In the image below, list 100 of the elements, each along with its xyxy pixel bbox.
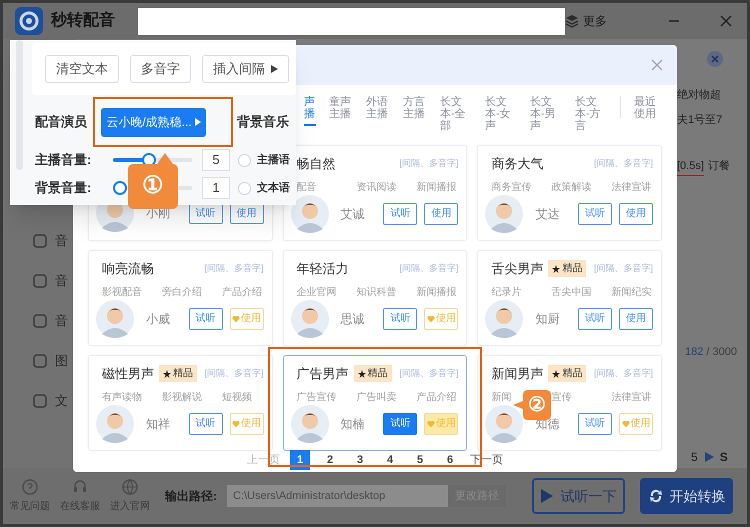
volume-input[interactable]: 5: [202, 149, 230, 171]
use-button[interactable]: 使用: [619, 412, 653, 434]
voice-tag: 法律宣讲: [611, 390, 652, 404]
previous-page-link[interactable]: 上一页: [247, 452, 280, 468]
heart-icon: [622, 420, 630, 428]
listen-button[interactable]: 试听: [383, 202, 418, 224]
use-button[interactable]: 使用: [230, 412, 264, 434]
avatar: [290, 404, 329, 442]
voice-category-tab[interactable]: 长文本-方言: [575, 96, 607, 136]
voice-card[interactable]: 商务大气 [间隔、多音字] 商务宣传 政策解读 法律宣讲 艾达 试听 使用: [477, 145, 662, 241]
voice-card[interactable]: 年轻活力 [间隔、多音字] 企业官网 知识科普 新闻播报 思诚 试听 使用: [282, 250, 468, 346]
star-icon: [552, 264, 560, 273]
voice-tag: 广告宣传: [296, 390, 337, 404]
page-number[interactable]: 3: [350, 450, 370, 470]
voice-title: 广告男声: [296, 365, 349, 383]
menu-item-icon[interactable]: [33, 274, 47, 288]
menu-item-icon[interactable]: [33, 314, 47, 328]
star-icon: [358, 370, 366, 378]
feature-note: [间隔、多音字]: [204, 367, 264, 380]
voice-tag: 法律宣讲: [611, 180, 652, 194]
voice-category-tab[interactable]: 外语主播: [366, 96, 390, 124]
voice-name: 知德: [535, 416, 560, 432]
feature-note: [间隔、多音字]: [594, 367, 653, 380]
avatar: [485, 300, 524, 338]
menu-item-label[interactable]: 音: [55, 231, 68, 251]
voice-category-tab[interactable]: 最近使用: [634, 96, 658, 124]
callout-bubble: [513, 390, 551, 420]
editor-text: 夫1号至7: [677, 112, 724, 128]
page-number[interactable]: 5: [410, 450, 430, 470]
use-button[interactable]: 使用: [619, 202, 653, 224]
menu-item-label[interactable]: 文: [55, 391, 68, 411]
use-button[interactable]: 使用: [424, 308, 458, 330]
voice-tag: 新闻播报: [416, 180, 457, 194]
editor-text: 绝对物超: [677, 88, 722, 103]
slider-thumb[interactable]: [113, 181, 127, 195]
menu-item-icon[interactable]: [33, 394, 47, 408]
voice-card[interactable]: 广告男声 精品 [间隔、多音字] 广告宣传 广告叫卖 产品介绍 知楠 试听 使用: [282, 355, 468, 451]
char-count: 182: [685, 344, 704, 360]
page-number[interactable]: 4: [380, 450, 400, 470]
voice-tag: 影视配音: [102, 284, 142, 300]
menu-item-label[interactable]: 音: [55, 311, 68, 331]
tool-button[interactable]: 清空文本: [45, 54, 119, 82]
close-icon[interactable]: [719, 14, 733, 28]
voice-card[interactable]: 舌尖男声 精品 [间隔、多音字] 纪录片 舌尖中国 新闻纪实 知厨 试听 使用: [477, 250, 662, 346]
radio-button[interactable]: [238, 154, 251, 166]
field-label: 主播音量:: [35, 151, 92, 170]
globe-icon[interactable]: [122, 478, 138, 494]
voice-tag: 纪录片: [491, 284, 522, 300]
voice-category-tab[interactable]: 声播: [304, 96, 316, 126]
voice-tag: 短视频: [222, 390, 252, 404]
voice-card[interactable]: 磁性男声 精品 [间隔、多音字] 有声读物 影视解说 短视频 知祥 试听 使用: [88, 355, 273, 451]
volume-input[interactable]: 1: [202, 177, 230, 199]
voice-tag: 配音: [296, 180, 317, 194]
listen-button[interactable]: 试听: [188, 308, 223, 330]
tool-button[interactable]: 插入间隔: [202, 54, 289, 82]
listen-button[interactable]: 试听: [578, 308, 612, 330]
voice-category-tab[interactable]: 童声主播: [329, 96, 353, 124]
use-button[interactable]: 使用: [619, 308, 653, 330]
menu-item-label[interactable]: 音: [55, 271, 68, 291]
avatar: [96, 300, 134, 338]
voice-category-tab[interactable]: 长文本-全部: [440, 96, 472, 136]
voice-tag: 广告叫卖: [356, 390, 397, 404]
use-button[interactable]: 使用: [230, 308, 264, 330]
voice-category-tab[interactable]: 方言主播: [403, 96, 427, 124]
scrollbar[interactable]: [16, 40, 23, 170]
voice-tag: 有声读物: [102, 390, 142, 404]
menu-item-icon[interactable]: [33, 234, 47, 248]
close-icon[interactable]: [707, 51, 723, 67]
step-number: ②: [527, 394, 547, 416]
page-number[interactable]: 6: [440, 450, 460, 470]
listen-button[interactable]: 试听: [188, 412, 223, 434]
tool-button[interactable]: 多音字: [130, 54, 191, 82]
convert-button[interactable]: 开始转换: [640, 478, 733, 514]
headset-icon[interactable]: [72, 478, 88, 494]
player-text: S: [720, 449, 728, 466]
menu-item-label[interactable]: 图: [55, 351, 68, 371]
voice-category-tab[interactable]: 长文本-男声: [530, 96, 562, 136]
voice-card[interactable]: 响亮流畅 [间隔、多音字] 影视配音 旁白介绍 产品介绍 小威 试听 使用: [88, 250, 273, 346]
menu-item-icon[interactable]: [33, 354, 47, 368]
radio-button[interactable]: [238, 182, 251, 194]
listen-button[interactable]: 试听: [578, 202, 612, 224]
badge-label: 精品: [368, 366, 388, 382]
callout-bubble: [128, 153, 178, 209]
play-icon[interactable]: [704, 452, 714, 462]
voice-name: 思诚: [340, 310, 365, 328]
use-button[interactable]: 使用: [424, 202, 458, 224]
page-number[interactable]: 1: [290, 450, 310, 470]
listen-button[interactable]: 试听: [383, 412, 418, 434]
voice-actor-button[interactable]: 云小晚/成熟稳...: [101, 108, 206, 136]
more-button[interactable]: 更多: [565, 12, 607, 30]
page-number[interactable]: 2: [320, 450, 340, 470]
output-path-field[interactable]: C:\Users\Administrator\desktop: [227, 485, 448, 507]
help-icon[interactable]: [22, 478, 38, 494]
preview-button[interactable]: 试听一下: [532, 478, 625, 514]
next-page-link[interactable]: 下一页: [470, 452, 503, 468]
listen-button[interactable]: 试听: [578, 412, 612, 434]
voice-category-tab[interactable]: 长文本-女声: [485, 96, 517, 136]
close-icon[interactable]: [651, 59, 663, 71]
listen-button[interactable]: 试听: [383, 308, 418, 330]
voice-tag: 产品介绍: [416, 390, 457, 404]
